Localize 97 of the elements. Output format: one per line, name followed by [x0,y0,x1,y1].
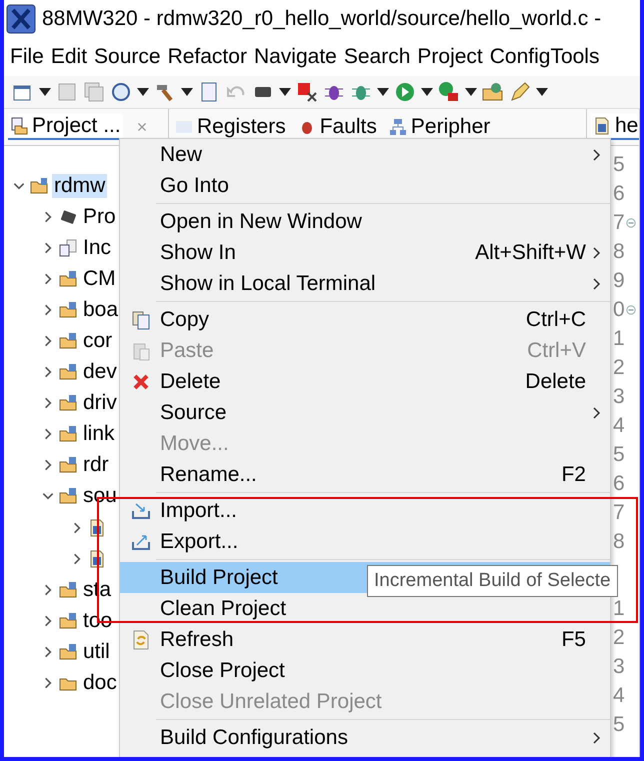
tree-item[interactable]: doc [81,671,119,696]
line-number: 8 [613,531,625,552]
tree-item[interactable]: util [81,640,112,664]
source-folder-icon [59,612,77,630]
project-tab[interactable]: Project ... [8,114,123,140]
line-number: 5 [613,444,625,465]
caret-icon[interactable] [465,88,477,96]
source-folder-icon [59,456,77,474]
source-folder-icon [59,300,77,319]
tree-item[interactable]: boa [81,298,120,322]
project-folder-icon [30,176,48,195]
menu-item[interactable]: New [120,139,610,170]
line-number: 9 [613,270,625,291]
caret-icon[interactable] [137,88,149,96]
collapse-icon[interactable] [626,218,636,228]
line-number: 6 [613,473,625,494]
c-file-icon [593,117,611,135]
menu-item[interactable]: Show in Local Terminal [120,268,610,299]
tree-item[interactable]: cor [81,329,114,354]
line-number: 7 [613,502,625,523]
import-icon [131,500,151,520]
source-folder-icon [59,642,77,661]
line-number: 4 [613,415,625,436]
line-number: 5 [613,714,625,735]
menu-item[interactable]: Delete Delete [120,366,610,397]
line-number: 3 [613,656,625,677]
caret-icon[interactable] [39,88,51,96]
caret-icon[interactable] [279,88,291,96]
menu-item[interactable]: Edit [50,45,88,69]
app-logo-icon [6,4,36,34]
copy-icon [131,310,151,330]
menu-item[interactable]: Source [94,45,161,69]
view-tab[interactable]: Faults [296,115,379,139]
menu-item[interactable]: Close Project [120,655,610,686]
view-tab[interactable]: Registers [173,115,288,139]
window-title: 88MW320 - rdmw320_r0_hello_world/source/hello_world.c - [42,7,602,31]
menu-item[interactable]: File [10,45,44,69]
menu-item[interactable]: ConfigTools [490,45,600,69]
source-folder-icon [59,270,77,288]
line-number: 2 [613,357,625,378]
tree-item[interactable]: Pro [81,204,118,229]
header-files-icon [59,238,77,257]
editor-tab[interactable]: hel [591,114,639,140]
source-folder-icon [59,487,77,506]
caret-icon[interactable] [377,88,389,96]
line-number: 4 [613,685,625,706]
source-folder-icon [59,332,77,350]
tooltip: Incremental Build of Selecte [367,565,618,597]
tree-item[interactable]: driv [81,391,119,416]
line-number: 8 [613,241,625,262]
caret-icon[interactable] [536,88,548,96]
collapse-icon[interactable] [626,304,636,314]
menu-item[interactable]: Copy Ctrl+C [120,304,610,335]
line-number: 1 [613,328,625,349]
line-number: 6 [613,183,625,204]
project-explorer-icon [10,117,28,135]
line-number: 2 [613,627,625,648]
menu-item[interactable]: Refactor [168,45,247,69]
menu-item[interactable]: Navigate [254,45,337,69]
tree-item[interactable]: link [81,422,117,446]
delete-icon [131,372,151,392]
line-number: 5 [613,154,625,175]
menu-item[interactable]: Source [120,397,610,428]
run-tool-icon[interactable] [438,81,460,103]
caret-icon[interactable] [421,88,433,96]
paste-icon [131,340,151,360]
source-folder-icon [59,363,77,382]
source-folder-icon [59,580,77,599]
source-folder-icon [59,394,77,412]
pen-icon[interactable] [509,81,531,103]
menu-item[interactable]: Go Into [120,170,610,201]
open-folder-icon[interactable] [482,81,504,103]
menu-item[interactable]: Show In Alt+Shift+W [120,237,610,268]
tree-item[interactable]: Inc [81,236,114,260]
tree-item[interactable]: rdr [81,453,111,478]
line-number: 1 [613,598,625,619]
menu-item[interactable]: Import... [120,495,610,526]
tree-item[interactable]: rdmw [52,174,108,198]
line-number: 7 [613,212,625,233]
menu-item[interactable]: Build Configurations [120,722,610,753]
menu-item[interactable]: Refresh F5 [120,624,610,655]
menu-item[interactable]: Search [344,45,410,69]
menu-item[interactable]: Project [417,45,483,69]
line-number: 3 [613,386,625,407]
menu-item[interactable]: Export... [120,526,610,557]
view-tab[interactable]: Peripher [386,115,492,139]
refresh-icon [131,630,151,650]
tree-item[interactable]: dev [81,360,119,384]
tree-item[interactable]: CM [81,266,118,291]
source-folder-icon [59,425,77,444]
menu-item[interactable]: Open in New Window [120,206,610,237]
menu-item[interactable]: Rename... F2 [120,459,610,490]
terminate-icon[interactable] [296,81,318,103]
caret-icon[interactable] [181,88,193,96]
hierarchy-icon [388,118,407,136]
run-icon[interactable] [394,81,416,103]
line-number: 0 [613,299,625,320]
